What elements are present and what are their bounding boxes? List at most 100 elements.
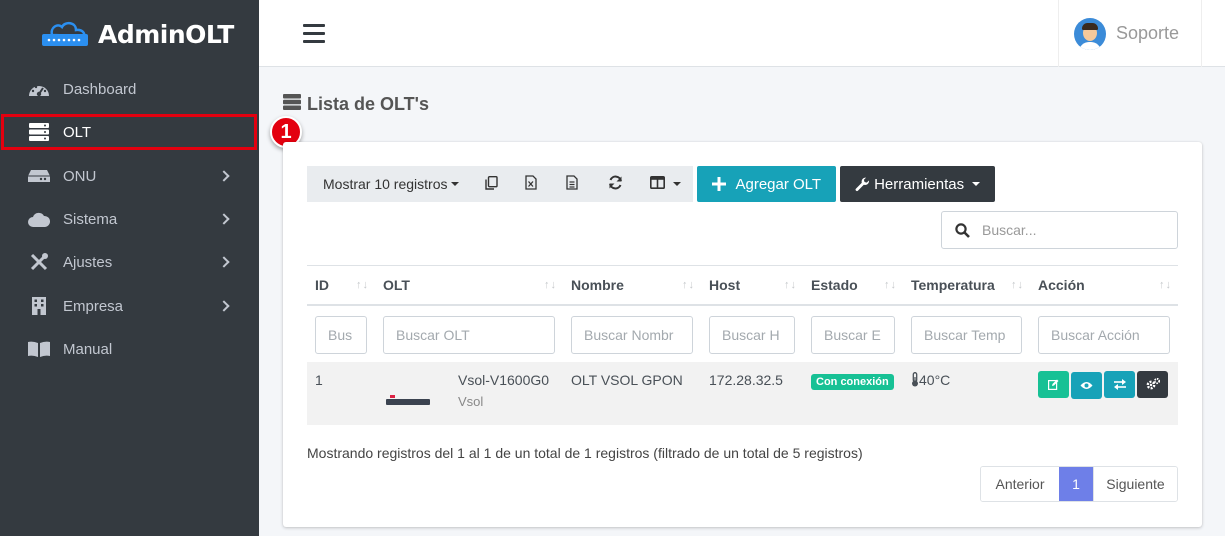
olt-highlight-box xyxy=(1,114,257,150)
csv-export-button[interactable] xyxy=(551,166,594,202)
cell-olt: Vsol-V1600G0 Vsol xyxy=(375,361,563,425)
show-records-dropdown[interactable]: Mostrar 10 registros xyxy=(307,166,472,202)
column-header-temperatura[interactable]: Temperatura ↑↓ xyxy=(903,265,1030,306)
file-excel-icon xyxy=(525,175,538,193)
book-icon xyxy=(28,339,50,359)
pagination-prev[interactable]: Anterior xyxy=(981,467,1059,501)
tachometer-icon xyxy=(28,79,50,99)
thermometer-icon xyxy=(911,371,919,390)
table-toolbar: Mostrar 10 registros Agregar OLT Herrami… xyxy=(307,166,996,202)
columns-icon xyxy=(649,176,665,192)
table-row[interactable]: 1 Vsol-V1600G0 Vsol OLT VSOL GPON 172.28… xyxy=(307,361,1178,425)
column-header-nombre[interactable]: Nombre ↑↓ xyxy=(563,265,701,306)
caret-down-icon xyxy=(451,182,460,186)
filter-accion-input[interactable] xyxy=(1038,315,1170,354)
server-icon xyxy=(283,94,301,115)
sort-icon: ↑↓ xyxy=(784,279,797,291)
wrench-icon xyxy=(855,177,870,192)
page-title: Lista de OLT's xyxy=(283,94,429,115)
column-visibility-button[interactable] xyxy=(637,166,694,202)
brand-name: AdminOLT xyxy=(98,19,234,49)
column-header-olt[interactable]: OLT ↑↓ xyxy=(375,265,563,306)
cell-id: 1 xyxy=(307,361,375,425)
edit-icon xyxy=(1048,379,1059,390)
temperature-value: 40°C xyxy=(919,371,951,388)
cell-nombre: OLT VSOL GPON xyxy=(563,361,701,425)
cloud-icon xyxy=(28,209,50,229)
sidebar-item-manual[interactable]: Manual xyxy=(0,328,259,370)
table-info: Mostrando registros del 1 al 1 de un tot… xyxy=(307,445,863,461)
sidebar-item-label: Sistema xyxy=(63,210,118,228)
tools-dropdown-button[interactable]: Herramientas xyxy=(840,166,996,202)
user-menu[interactable]: Soporte xyxy=(1058,0,1202,67)
topbar: Soporte xyxy=(259,0,1225,67)
refresh-button[interactable] xyxy=(593,166,638,202)
hdd-icon xyxy=(28,166,50,186)
refresh-icon xyxy=(608,175,623,193)
sidebar-item-label: Dashboard xyxy=(63,80,137,98)
user-name: Soporte xyxy=(1116,23,1180,43)
add-olt-label: Agregar OLT xyxy=(735,175,822,193)
sort-icon: ↑↓ xyxy=(884,279,897,291)
sidebar-item-onu[interactable]: ONU xyxy=(0,155,259,197)
sidebar-item-label: ONU xyxy=(63,167,97,185)
search-box xyxy=(941,211,1178,249)
cell-accion xyxy=(1030,361,1178,425)
chevron-right-icon xyxy=(218,213,230,225)
sidebar-item-empresa[interactable]: Empresa xyxy=(0,285,259,327)
column-header-estado[interactable]: Estado ↑↓ xyxy=(803,265,903,306)
cell-host: 172.28.32.5 xyxy=(701,361,803,425)
view-button[interactable] xyxy=(1071,372,1102,399)
sort-icon: ↑↓ xyxy=(1011,279,1024,291)
caret-down-icon xyxy=(972,182,981,186)
pagination-page-1[interactable]: 1 xyxy=(1059,467,1093,501)
building-icon xyxy=(28,296,50,316)
pagination: Anterior 1 Siguiente xyxy=(980,466,1178,502)
sidebar: AdminOLT Dashboard OLT ONU Sistema Ajust… xyxy=(0,0,259,536)
brand[interactable]: AdminOLT xyxy=(0,0,259,68)
sidebar-item-sistema[interactable]: Sistema xyxy=(0,198,259,240)
sort-icon: ↑↓ xyxy=(682,279,695,291)
filter-id-input[interactable] xyxy=(315,315,367,354)
olt-device-image xyxy=(386,384,432,414)
hamburger-menu-icon[interactable] xyxy=(303,24,325,44)
sort-icon: ↑↓ xyxy=(356,279,369,291)
olt-table: ID ↑↓ OLT ↑↓ Nombre ↑↓ Host ↑↓ Estado ↑↓ Temp… xyxy=(307,265,1178,425)
filter-host-input[interactable] xyxy=(709,315,795,354)
filter-row xyxy=(307,305,1178,362)
chevron-right-icon xyxy=(218,170,230,182)
column-header-id[interactable]: ID ↑↓ xyxy=(307,265,375,306)
sidebar-item-ajustes[interactable]: Ajustes xyxy=(0,241,259,283)
sidebar-item-dashboard[interactable]: Dashboard xyxy=(0,68,259,110)
filter-olt-input[interactable] xyxy=(383,315,555,354)
column-header-host[interactable]: Host ↑↓ xyxy=(701,265,803,306)
filter-estado-input[interactable] xyxy=(811,315,895,354)
page-title-text: Lista de OLT's xyxy=(307,94,429,114)
column-header-accion[interactable]: Acción ↑↓ xyxy=(1030,265,1178,306)
sort-icon: ↑↓ xyxy=(544,279,557,291)
avatar xyxy=(1074,17,1106,50)
pagination-next[interactable]: Siguiente xyxy=(1093,467,1177,501)
search-input[interactable] xyxy=(982,222,1162,238)
caret-down-icon xyxy=(672,182,681,186)
copy-icon xyxy=(485,175,498,193)
exchange-icon xyxy=(1113,379,1126,390)
filter-temperatura-input[interactable] xyxy=(911,315,1022,354)
chevron-right-icon xyxy=(218,300,230,312)
sidebar-item-label: Ajustes xyxy=(63,253,113,271)
transfer-button[interactable] xyxy=(1104,371,1135,398)
excel-export-button[interactable] xyxy=(511,166,552,202)
cogs-icon xyxy=(1146,378,1160,390)
settings-button[interactable] xyxy=(1137,370,1168,398)
eye-icon xyxy=(1080,381,1093,390)
filter-nombre-input[interactable] xyxy=(571,315,693,354)
sidebar-item-label: Empresa xyxy=(63,297,124,315)
edit-button[interactable] xyxy=(1038,371,1069,398)
cell-temperatura: 40°C xyxy=(903,361,1030,425)
olt-brand: Vsol xyxy=(458,393,484,409)
sidebar-item-label: Manual xyxy=(63,340,113,358)
chevron-right-icon xyxy=(218,256,230,268)
tools-icon xyxy=(28,252,50,272)
copy-button[interactable] xyxy=(471,166,512,202)
add-olt-button[interactable]: Agregar OLT xyxy=(697,166,837,202)
